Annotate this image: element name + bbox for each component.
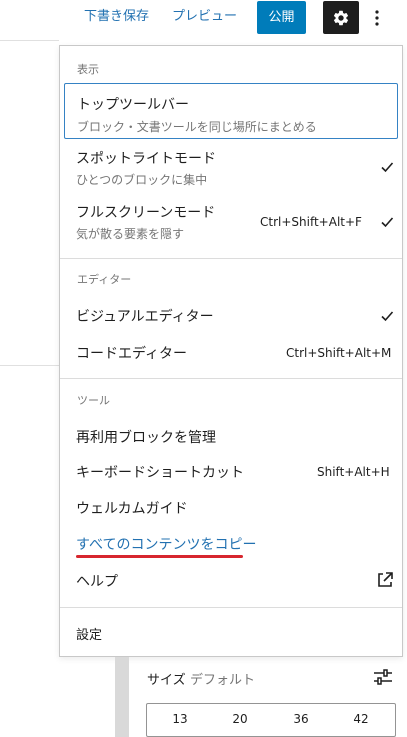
menu-item-code-editor[interactable]: コードエディター Ctrl+Shift+Alt+M [64,336,398,368]
menu-item-visual-editor[interactable]: ビジュアルエディター [64,299,398,331]
menu-item-title: 再利用ブロックを管理 [76,430,216,446]
font-size-option[interactable]: 20 [225,712,255,726]
menu-item-title: 設定 [76,628,103,643]
menu-item-spotlight-mode[interactable]: スポットライトモード ひとつのブロックに集中 [64,144,398,190]
font-size-label: サイズ [147,673,186,688]
menu-item-help[interactable]: ヘルプ [64,564,398,596]
menu-separator [60,378,402,379]
background-divider [0,365,59,366]
preview-button[interactable]: プレビュー [172,7,237,27]
menu-item-top-toolbar[interactable]: トップツールバー ブロック・文書ツールを同じ場所にまとめる [64,83,398,139]
menu-item-fullscreen-mode[interactable]: フルスクリーンモード 気が散る要素を隠す Ctrl+Shift+Alt+F [64,198,398,244]
check-icon [381,217,394,228]
sidebar-border [115,657,129,737]
menu-item-title: フルスクリーンモード [76,205,216,221]
more-menu-popover: 表示 トップツールバー ブロック・文書ツールを同じ場所にまとめる スポットライト… [59,45,403,657]
annotation-underline [76,555,243,558]
menu-item-shortcut: Shift+Alt+H [317,465,390,479]
menu-item-title: ウェルカムガイド [76,501,188,517]
font-size-option[interactable]: 42 [346,712,376,726]
menu-item-title: すべてのコンテンツをコピー [76,537,257,553]
group-label-tools: ツール [77,394,110,407]
group-label-view: 表示 [77,63,99,76]
menu-item-shortcut: Ctrl+Shift+Alt+F [260,215,362,229]
menu-separator [60,258,402,259]
font-size-current-value: デフォルト [190,673,256,688]
gear-icon [333,10,349,25]
sliders-icon[interactable] [373,668,393,686]
editor-header: 下書き保存 プレビュー 公開 [0,0,407,40]
menu-item-welcome-guide[interactable]: ウェルカムガイド [64,491,398,523]
menu-item-title: コードエディター [76,346,188,362]
font-size-option[interactable]: 36 [286,712,316,726]
menu-item-title: ヘルプ [76,574,118,590]
menu-item-title: スポットライトモード [76,151,216,167]
background-divider [0,40,59,41]
settings-button[interactable] [323,1,359,34]
menu-item-description: ひとつのブロックに集中 [76,173,208,187]
menu-item-description: 気が散る要素を隠す [76,227,185,241]
vertical-ellipsis-icon [375,10,379,26]
check-icon [381,311,394,322]
group-label-editor: エディター [77,273,132,286]
publish-button[interactable]: 公開 [257,1,306,34]
menu-item-title: ビジュアルエディター [76,309,214,325]
check-icon [381,162,394,173]
menu-item-preferences[interactable]: 設定 [64,616,398,650]
menu-item-description: ブロック・文書ツールを同じ場所にまとめる [77,120,317,134]
menu-item-title: キーボードショートカット [76,465,244,481]
more-menu-button[interactable] [367,4,387,32]
menu-item-title: トップツールバー [77,97,189,113]
menu-item-keyboard-shortcuts[interactable]: キーボードショートカット Shift+Alt+H [64,455,398,487]
menu-item-shortcut: Ctrl+Shift+Alt+M [286,346,392,360]
font-size-option[interactable]: 13 [165,712,195,726]
save-draft-button[interactable]: 下書き保存 [84,7,149,27]
menu-item-manage-reusable-blocks[interactable]: 再利用ブロックを管理 [64,420,398,452]
external-link-icon [378,572,393,587]
menu-separator [60,607,402,608]
